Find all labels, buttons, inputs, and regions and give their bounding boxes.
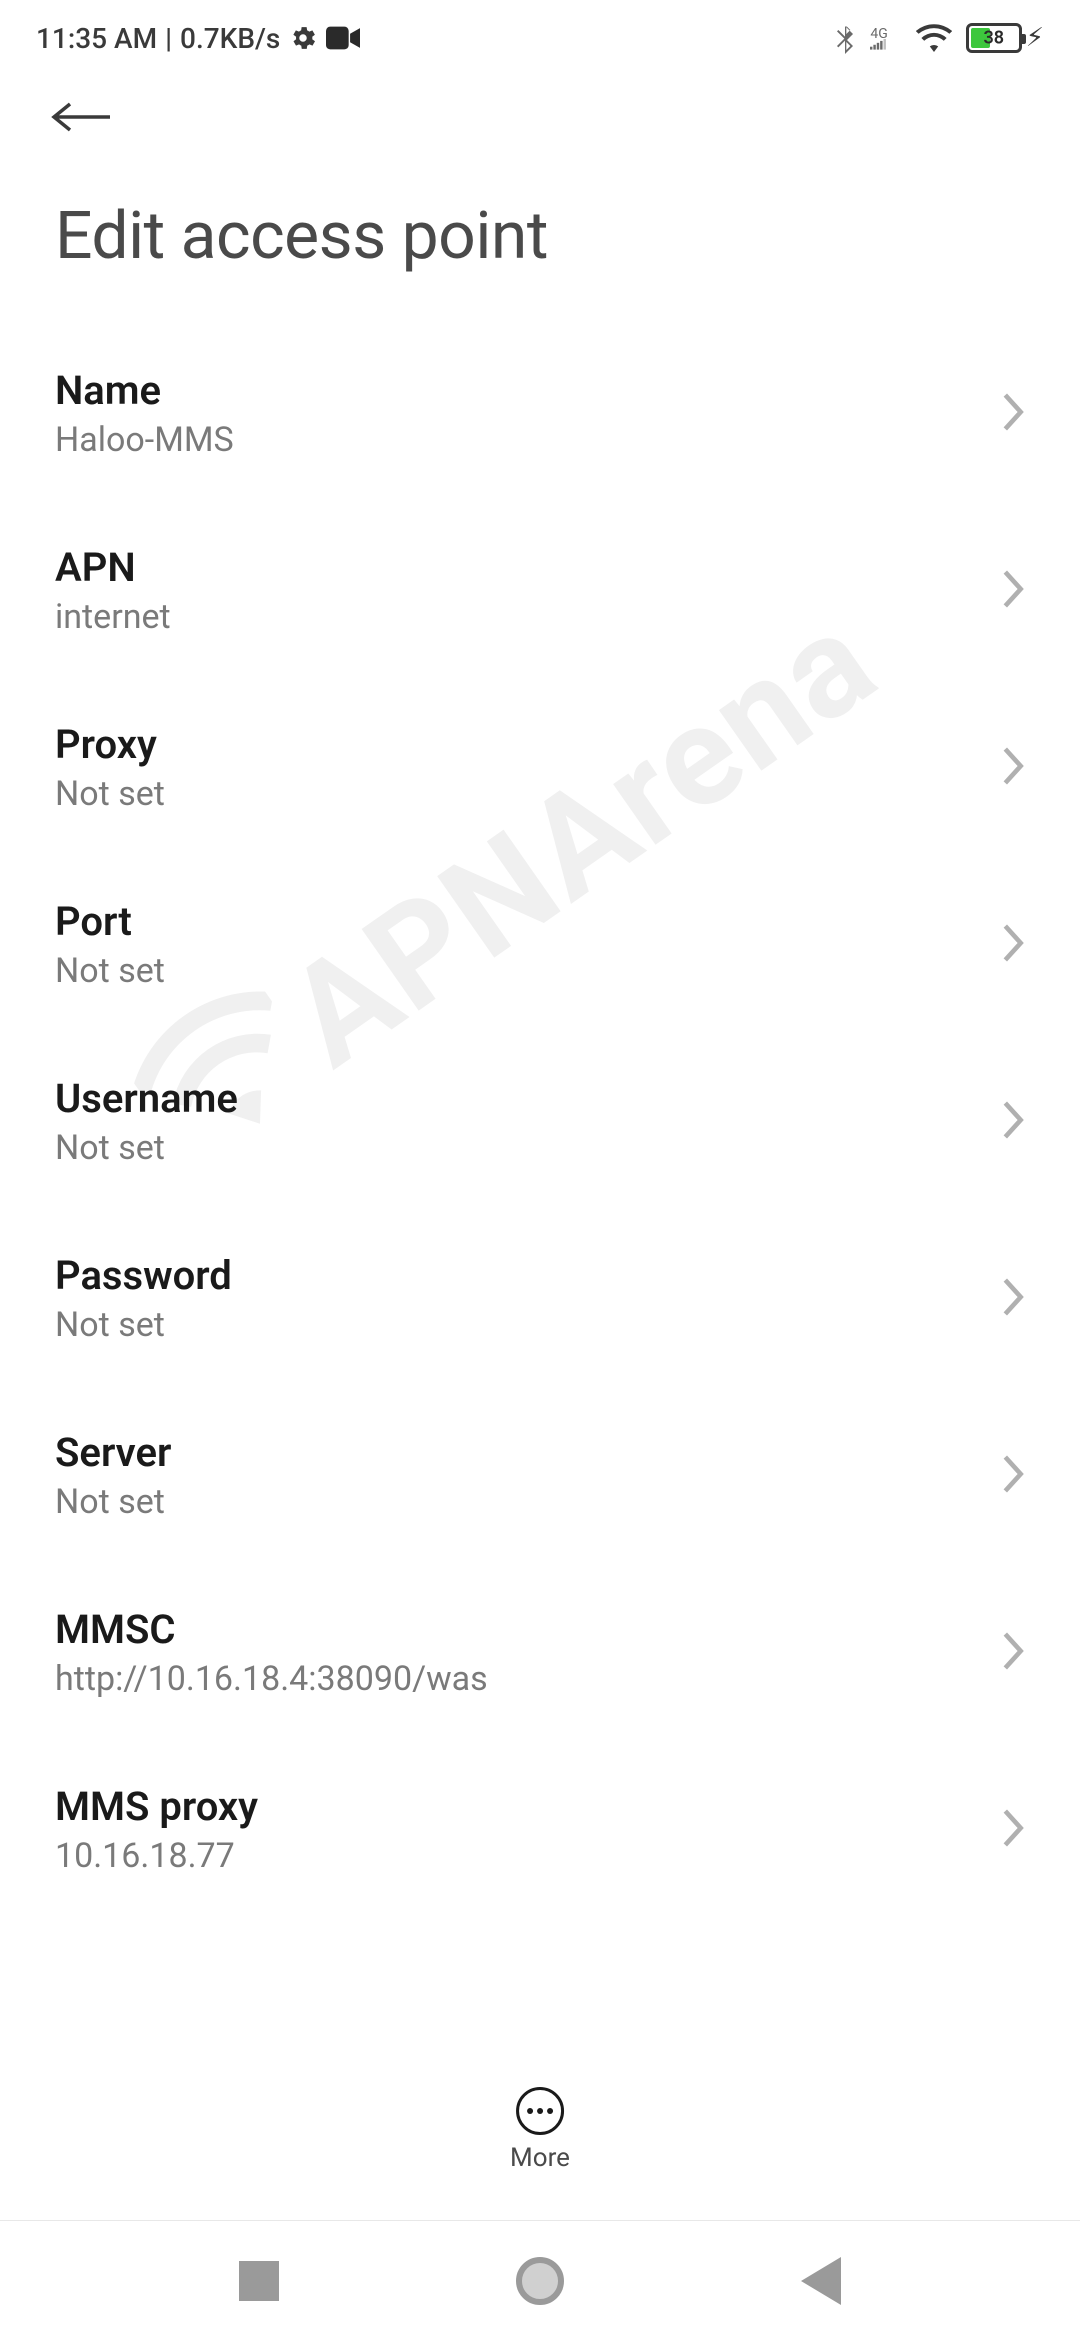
chevron-right-icon	[1001, 569, 1025, 613]
setting-username[interactable]: Username Not set	[55, 1033, 1025, 1210]
setting-label: Password	[55, 1252, 232, 1299]
status-right: 4G 38 ⚡︎	[834, 22, 1044, 54]
setting-label: Username	[55, 1075, 238, 1122]
more-label: More	[510, 2143, 570, 2173]
setting-password[interactable]: Password Not set	[55, 1210, 1025, 1387]
battery-indicator: 38 ⚡︎	[966, 23, 1044, 53]
page-title: Edit access point	[0, 160, 1080, 325]
setting-value: Not set	[55, 774, 165, 814]
setting-value: http://10.16.18.4:38090/was	[55, 1659, 488, 1699]
setting-value: Haloo-MMS	[55, 420, 234, 460]
setting-value: Not set	[55, 1305, 232, 1345]
setting-label: APN	[55, 544, 171, 591]
more-icon	[516, 2087, 564, 2135]
gear-icon	[288, 23, 318, 53]
nav-back-button[interactable]	[801, 2257, 841, 2305]
setting-label: MMSC	[55, 1606, 488, 1653]
setting-server[interactable]: Server Not set	[55, 1387, 1025, 1564]
setting-label: Server	[55, 1429, 171, 1476]
setting-value: Not set	[55, 951, 165, 991]
settings-list: Name Haloo-MMS APN internet Proxy Not se…	[0, 325, 1080, 1918]
setting-value: Not set	[55, 1128, 238, 1168]
signal-4g-icon: 4G	[870, 26, 887, 50]
setting-apn[interactable]: APN internet	[55, 502, 1025, 679]
back-button[interactable]	[50, 121, 112, 140]
bluetooth-icon	[834, 22, 856, 54]
chevron-right-icon	[1001, 746, 1025, 790]
chevron-right-icon	[1001, 1808, 1025, 1852]
setting-label: Proxy	[55, 721, 165, 768]
setting-mmsc[interactable]: MMSC http://10.16.18.4:38090/was	[55, 1564, 1025, 1741]
wifi-icon	[916, 24, 952, 52]
setting-name[interactable]: Name Haloo-MMS	[55, 325, 1025, 502]
chevron-right-icon	[1001, 1454, 1025, 1498]
chevron-right-icon	[1001, 392, 1025, 436]
setting-mms-proxy[interactable]: MMS proxy 10.16.18.77	[55, 1741, 1025, 1918]
setting-port[interactable]: Port Not set	[55, 856, 1025, 1033]
setting-proxy[interactable]: Proxy Not set	[55, 679, 1025, 856]
setting-value: Not set	[55, 1482, 171, 1522]
status-bar: 11:35 AM | 0.7KB/s 4G	[0, 0, 1080, 70]
setting-value: internet	[55, 597, 171, 637]
charging-icon: ⚡︎	[1026, 23, 1044, 53]
nav-bar	[0, 2220, 1080, 2340]
nav-recents-button[interactable]	[239, 2261, 279, 2301]
chevron-right-icon	[1001, 1100, 1025, 1144]
status-time: 11:35 AM	[36, 22, 157, 55]
chevron-right-icon	[1001, 1277, 1025, 1321]
setting-label: MMS proxy	[55, 1783, 258, 1830]
more-button[interactable]: More	[210, 2069, 870, 2185]
chevron-right-icon	[1001, 1631, 1025, 1675]
video-icon	[326, 26, 360, 50]
setting-label: Port	[55, 898, 165, 945]
header-nav	[0, 70, 1080, 160]
setting-label: Name	[55, 367, 234, 414]
setting-value: 10.16.18.77	[55, 1836, 258, 1876]
nav-home-button[interactable]	[516, 2257, 564, 2305]
status-left: 11:35 AM | 0.7KB/s	[36, 22, 360, 55]
chevron-right-icon	[1001, 923, 1025, 967]
status-speed: 0.7KB/s	[180, 22, 280, 55]
